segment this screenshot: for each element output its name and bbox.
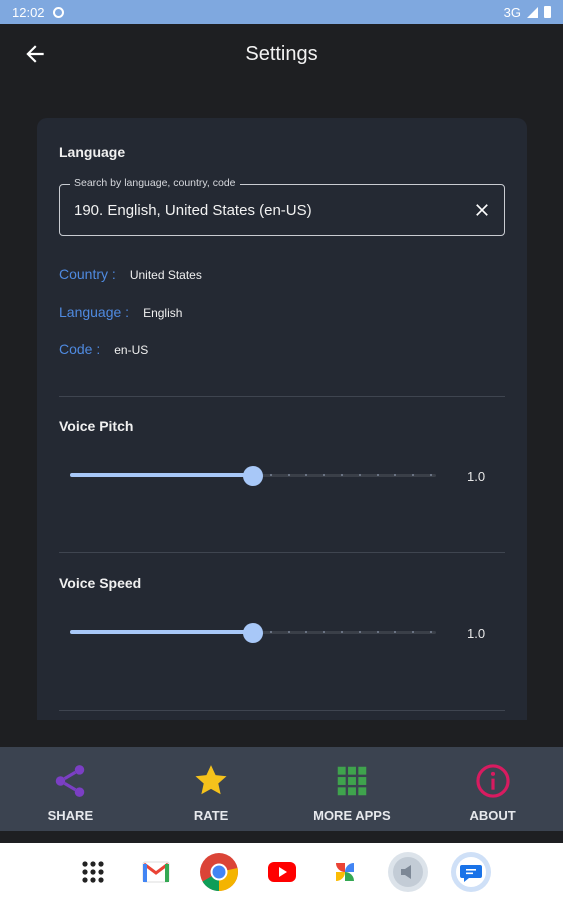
youtube-icon[interactable] <box>260 850 304 894</box>
chrome-icon[interactable] <box>197 850 241 894</box>
language-key: Language : <box>59 304 130 320</box>
rate-label: RATE <box>193 808 229 823</box>
slider-tick <box>305 631 308 633</box>
country-row: Country : United States <box>59 266 202 282</box>
slider-tick <box>305 474 308 476</box>
language-search-field[interactable]: Search by language, country, code 190. E… <box>59 177 505 236</box>
clear-icon[interactable] <box>472 200 492 220</box>
slider-tick <box>269 474 272 476</box>
slider-tick <box>376 474 379 476</box>
info-icon <box>476 764 510 798</box>
about-button[interactable]: ABOUT <box>422 747 563 831</box>
network-type: 3G <box>503 4 521 20</box>
slider-tick <box>412 474 415 476</box>
share-icon <box>56 765 85 797</box>
slider-tick <box>358 631 361 633</box>
voice-speed-title: Voice Speed <box>59 575 142 591</box>
status-time: 12:02 <box>12 4 45 20</box>
signal-icon <box>527 6 538 18</box>
page-title: Settings <box>245 42 318 65</box>
slider-tick <box>323 631 326 633</box>
slider-tick <box>429 474 432 476</box>
slider-fill <box>70 630 253 634</box>
search-field-label: Search by language, country, code <box>70 177 240 189</box>
language-row: Language : English <box>59 304 182 320</box>
slider-tick <box>394 474 397 476</box>
language-section-title: Language <box>59 144 126 160</box>
grid-icon <box>337 766 367 796</box>
slider-tick <box>287 474 290 476</box>
slider-tick <box>340 631 343 633</box>
voice-pitch-slider[interactable] <box>70 464 436 488</box>
bottom-nav: SHARE RATE MORE APPS ABOUT <box>0 747 563 831</box>
language-value: English <box>143 306 183 320</box>
country-key: Country : <box>59 266 116 282</box>
slider-thumb[interactable] <box>243 466 263 486</box>
share-button[interactable]: SHARE <box>0 747 141 831</box>
slider-tick <box>287 631 290 633</box>
photos-icon[interactable] <box>323 850 367 894</box>
code-key: Code : <box>59 341 101 357</box>
voice-speed-slider[interactable] <box>70 621 436 645</box>
search-field-value[interactable]: 190. English, United States (en-US) <box>74 202 312 219</box>
rate-button[interactable]: RATE <box>141 747 282 831</box>
battery-icon <box>544 6 551 18</box>
slider-thumb[interactable] <box>243 623 263 643</box>
voice-pitch-value: 1.0 <box>467 469 486 484</box>
slider-tick <box>269 631 272 633</box>
voice-speed-value: 1.0 <box>467 626 486 641</box>
divider <box>59 552 505 553</box>
app-drawer-icon[interactable] <box>71 850 115 894</box>
gmail-icon[interactable] <box>134 850 178 894</box>
divider <box>59 396 505 397</box>
messages-icon[interactable] <box>449 850 493 894</box>
more-apps-label: MORE APPS <box>313 808 391 823</box>
slider-tick <box>394 631 397 633</box>
speaker-app-icon[interactable] <box>386 850 430 894</box>
slider-tick <box>358 474 361 476</box>
spacer <box>0 831 563 843</box>
settings-card: Language Search by language, country, co… <box>37 118 527 720</box>
status-bar: 12:02 3G <box>0 0 563 24</box>
slider-tick <box>412 631 415 633</box>
slider-tick <box>376 631 379 633</box>
taskbar <box>0 843 563 900</box>
slider-tick <box>429 631 432 633</box>
code-row: Code : en-US <box>59 341 148 357</box>
slider-tick <box>323 474 326 476</box>
slider-fill <box>70 473 253 477</box>
divider <box>59 710 505 711</box>
star-icon <box>195 765 227 795</box>
more-apps-button[interactable]: MORE APPS <box>282 747 423 831</box>
voice-pitch-title: Voice Pitch <box>59 418 134 434</box>
country-value: United States <box>129 268 202 282</box>
slider-tick <box>340 474 343 476</box>
app-bar: Settings <box>0 24 563 84</box>
code-value: en-US <box>114 343 149 357</box>
back-arrow-icon[interactable] <box>22 41 48 67</box>
about-label: ABOUT <box>469 808 516 823</box>
share-label: SHARE <box>47 808 94 823</box>
notification-icon <box>52 6 64 18</box>
